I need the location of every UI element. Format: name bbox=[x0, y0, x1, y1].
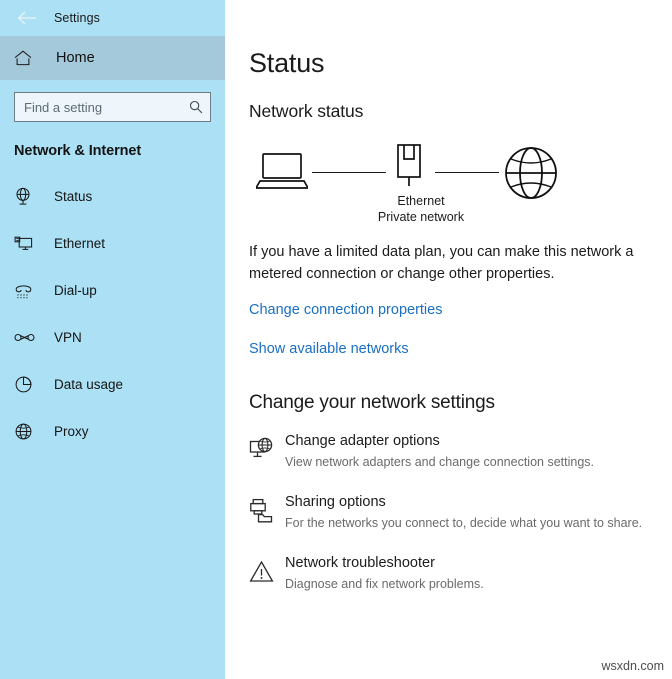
network-diagram: Ethernet Private network bbox=[249, 139, 579, 227]
sidebar-nav: Status Ethernet Dial-up VPN Data usage P… bbox=[0, 173, 225, 455]
network-type: Private network bbox=[377, 210, 465, 224]
app-title: Settings bbox=[54, 11, 100, 25]
sidebar-item-dial-up[interactable]: Dial-up bbox=[0, 267, 225, 314]
globe-status-icon bbox=[14, 186, 38, 208]
search-container bbox=[0, 80, 225, 122]
sidebar-item-proxy-label: Proxy bbox=[54, 424, 89, 439]
ethernet-monitor-icon bbox=[14, 233, 38, 255]
sidebar-item-ethernet[interactable]: Ethernet bbox=[0, 220, 225, 267]
option-title: Change adapter options bbox=[285, 433, 440, 449]
option-text: Change adapter options View network adap… bbox=[285, 432, 594, 471]
search-input[interactable] bbox=[15, 93, 210, 121]
option-network-troubleshooter[interactable]: Network troubleshooter Diagnose and fix … bbox=[249, 554, 672, 593]
globe-icon bbox=[502, 144, 560, 207]
sidebar: Settings Home Netwo bbox=[0, 0, 225, 679]
change-connection-properties-link[interactable]: Change connection properties bbox=[249, 302, 442, 318]
diagram-adapter-label: Ethernet Private network bbox=[341, 193, 501, 225]
page-title: Status bbox=[249, 48, 325, 78]
metered-description: If you have a limited data plan, you can… bbox=[249, 244, 634, 282]
sidebar-item-ethernet-label: Ethernet bbox=[54, 236, 106, 251]
adapter-globe-icon bbox=[249, 432, 285, 466]
search-box[interactable] bbox=[14, 92, 211, 122]
option-title: Network troubleshooter bbox=[285, 555, 435, 571]
sidebar-item-data-usage[interactable]: Data usage bbox=[0, 361, 225, 408]
sidebar-item-status[interactable]: Status bbox=[0, 173, 225, 220]
watermark: wsxdn.com bbox=[601, 659, 664, 673]
globe-icon bbox=[14, 421, 38, 443]
sidebar-item-data-usage-label: Data usage bbox=[54, 377, 124, 392]
adapter-name: Ethernet bbox=[397, 194, 445, 208]
sidebar-item-status-label: Status bbox=[54, 189, 93, 204]
option-text: Sharing options For the networks you con… bbox=[285, 493, 642, 532]
search-icon[interactable] bbox=[189, 100, 203, 114]
show-available-networks-link[interactable]: Show available networks bbox=[249, 341, 409, 357]
warning-triangle-icon bbox=[249, 554, 285, 588]
option-description: View network adapters and change connect… bbox=[285, 455, 594, 469]
option-title: Sharing options bbox=[285, 494, 386, 510]
sidebar-item-vpn[interactable]: VPN bbox=[0, 314, 225, 361]
home-icon bbox=[14, 47, 40, 69]
diagram-link-device-adapter bbox=[312, 172, 386, 173]
sidebar-category-title: Network & Internet bbox=[14, 143, 142, 159]
sidebar-item-vpn-label: VPN bbox=[54, 330, 82, 345]
settings-window: Settings Home Netwo bbox=[0, 0, 672, 679]
sharing-printer-folder-icon bbox=[249, 493, 285, 527]
sidebar-item-home[interactable]: Home bbox=[0, 36, 225, 80]
diagram-link-adapter-internet bbox=[435, 172, 499, 173]
option-text: Network troubleshooter Diagnose and fix … bbox=[285, 554, 484, 593]
pie-chart-icon bbox=[14, 374, 38, 396]
network-settings-options: Change adapter options View network adap… bbox=[249, 432, 672, 593]
option-description: For the networks you connect to, decide … bbox=[285, 516, 643, 530]
main-content: Status Network status Ethernet Private n… bbox=[225, 0, 672, 679]
option-change-adapter-options[interactable]: Change adapter options View network adap… bbox=[249, 432, 672, 471]
sidebar-item-proxy[interactable]: Proxy bbox=[0, 408, 225, 455]
laptop-icon bbox=[254, 151, 310, 196]
sidebar-item-home-label: Home bbox=[56, 50, 95, 66]
back-arrow-icon[interactable] bbox=[10, 3, 44, 33]
title-bar: Settings bbox=[0, 0, 225, 36]
change-settings-heading: Change your network settings bbox=[249, 392, 495, 413]
telephone-icon bbox=[14, 280, 38, 302]
vpn-link-icon bbox=[14, 327, 38, 349]
option-sharing-options[interactable]: Sharing options For the networks you con… bbox=[249, 493, 672, 532]
option-description: Diagnose and fix network problems. bbox=[285, 577, 484, 591]
network-status-heading: Network status bbox=[249, 101, 364, 121]
sidebar-item-dial-up-label: Dial-up bbox=[54, 283, 97, 298]
